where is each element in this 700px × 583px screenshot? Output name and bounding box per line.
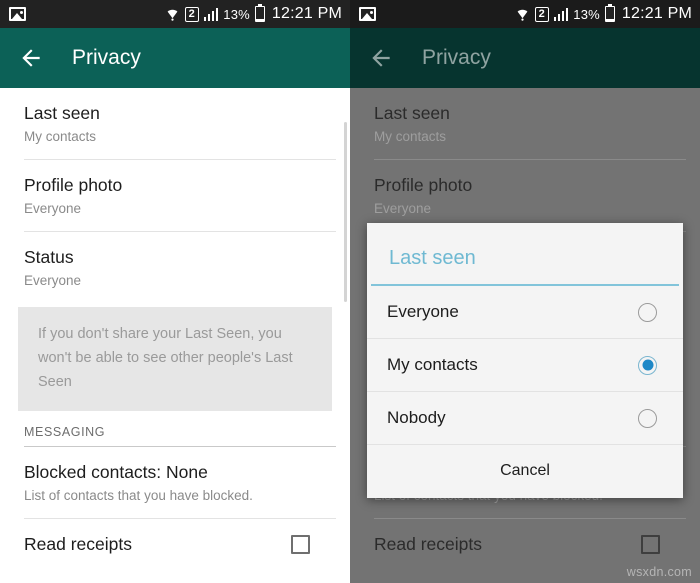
setting-title: Last seen [24, 103, 100, 123]
radio-everyone[interactable] [638, 302, 657, 322]
cancel-button[interactable]: Cancel [367, 445, 683, 498]
setting-title: Last seen [374, 103, 450, 123]
read-receipts-checkbox[interactable] [291, 534, 310, 554]
setting-row-status[interactable]: Status Everyone [0, 232, 350, 303]
page-title: Privacy [422, 46, 491, 69]
setting-subtitle: My contacts [374, 129, 447, 144]
setting-row-profile-photo: Profile photo Everyone [350, 160, 700, 231]
battery-icon [254, 3, 265, 22]
page-title: Privacy [72, 46, 141, 69]
status-bar-left [359, 7, 376, 21]
battery-percent-label: 13% [223, 6, 250, 22]
setting-title: Status [24, 247, 74, 267]
setting-title: Profile photo [374, 175, 473, 195]
app-bar: Privacy [350, 28, 700, 88]
setting-row-profile-photo[interactable]: Profile photo Everyone [0, 160, 350, 231]
back-arrow-icon[interactable] [18, 45, 44, 71]
setting-title: Blocked contacts: None [24, 462, 208, 482]
app-bar: Privacy [0, 28, 350, 88]
setting-subtitle: List of contacts that you have blocked. [24, 488, 253, 503]
radio-my-contacts[interactable] [638, 355, 657, 375]
battery-percent-label: 13% [573, 6, 600, 22]
status-bar: 2 13% 12:21 PM [350, 0, 700, 28]
setting-subtitle: Everyone [374, 201, 432, 216]
phone-screen-left: 2 13% 12:21 PM Privacy Last seen My cont… [0, 0, 350, 583]
status-bar-left [9, 7, 26, 21]
settings-list: Last seen My contacts Profile photo Ever… [0, 88, 350, 583]
setting-title: Profile photo [24, 175, 123, 195]
back-arrow-icon[interactable] [368, 45, 394, 71]
setting-subtitle: Everyone [24, 273, 82, 288]
photo-icon [9, 7, 26, 21]
setting-subtitle: My contacts [24, 129, 97, 144]
dual-screenshot-container: 2 13% 12:21 PM Privacy Last seen My cont… [0, 0, 700, 583]
dialog-option-label: Everyone [387, 302, 459, 321]
setting-subtitle: Everyone [24, 201, 82, 216]
setting-title: Read receipts [24, 534, 132, 554]
signal-bars-icon [553, 7, 569, 21]
setting-row-read-receipts[interactable]: Read receipts [0, 519, 350, 568]
scrollbar[interactable] [344, 122, 347, 302]
info-box: If you don't share your Last Seen, you w… [18, 307, 332, 411]
sim-badge-icon: 2 [184, 6, 199, 22]
settings-list-dimmed: Last seen My contacts Profile photo Ever… [350, 88, 700, 583]
setting-row-read-receipts: Read receipts [350, 519, 700, 568]
info-box-text: If you don't share your Last Seen, you w… [38, 326, 293, 390]
wifi-icon [515, 7, 530, 21]
wifi-icon [165, 7, 180, 21]
setting-row-last-seen: Last seen My contacts [350, 88, 700, 159]
watermark: wsxdn.com [626, 565, 692, 579]
dialog-option-label: Nobody [387, 408, 446, 427]
dialog-option-everyone[interactable]: Everyone [367, 286, 683, 339]
setting-title: Read receipts [374, 534, 482, 554]
dialog-option-nobody[interactable]: Nobody [367, 392, 683, 445]
battery-icon [604, 3, 615, 22]
status-bar: 2 13% 12:21 PM [0, 0, 350, 28]
photo-icon [359, 7, 376, 21]
status-bar-right: 2 13% 12:21 PM [165, 3, 342, 23]
status-bar-clock: 12:21 PM [621, 5, 692, 22]
dialog-title: Last seen [389, 247, 476, 269]
section-header-messaging: MESSAGING [24, 425, 106, 439]
dialog-option-my-contacts[interactable]: My contacts [367, 339, 683, 392]
last-seen-dialog: Last seen Everyone My contacts Nobody Ca… [367, 223, 683, 498]
status-bar-clock: 12:21 PM [271, 5, 342, 22]
status-bar-right: 2 13% 12:21 PM [515, 3, 692, 23]
sim-badge-icon: 2 [534, 6, 549, 22]
phone-screen-right: 2 13% 12:21 PM Privacy Last seen My cont… [350, 0, 700, 583]
read-receipts-checkbox [641, 534, 660, 554]
signal-bars-icon [203, 7, 219, 21]
setting-row-blocked-contacts[interactable]: Blocked contacts: None List of contacts … [0, 447, 350, 518]
setting-row-last-seen[interactable]: Last seen My contacts [0, 88, 350, 159]
radio-nobody[interactable] [638, 408, 657, 428]
dialog-option-label: My contacts [387, 355, 478, 374]
